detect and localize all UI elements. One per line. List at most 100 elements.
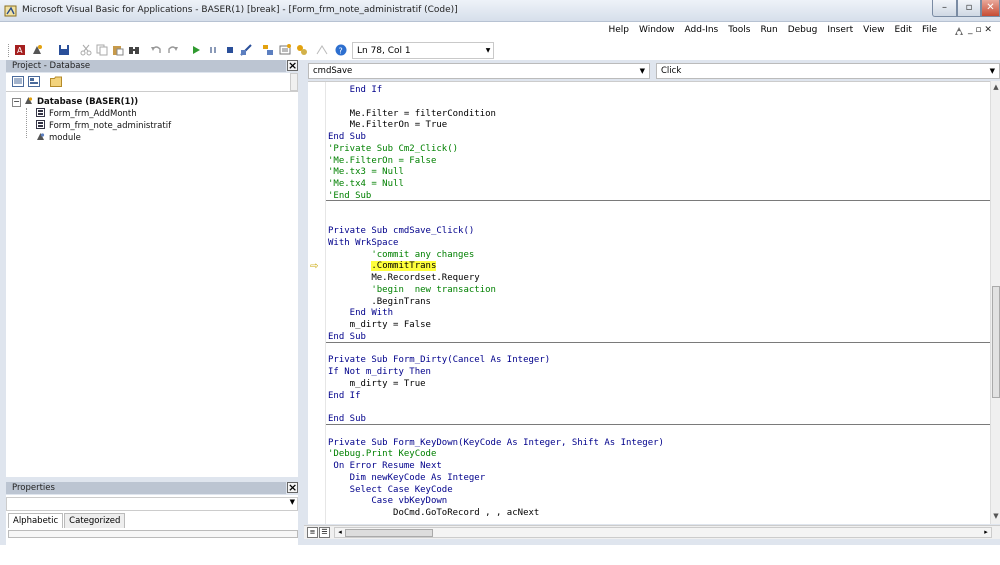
tree-item-project[interactable]: Database (BASER(1)): [24, 96, 138, 107]
menu-file[interactable]: File: [917, 25, 942, 35]
menu-window[interactable]: Window: [634, 25, 680, 35]
procedure-separator: [326, 424, 990, 425]
svg-text:A: A: [17, 46, 23, 55]
tab-alphabetic[interactable]: Alphabetic: [8, 513, 64, 528]
standard-toolbar: A ? Ln 78, Col 1 ▼: [0, 41, 1000, 60]
undo-icon[interactable]: [150, 44, 162, 56]
toolbar-grip[interactable]: [8, 44, 10, 57]
project-explorer-icon[interactable]: [262, 44, 274, 56]
object-browser-icon[interactable]: [296, 44, 308, 56]
code-vertical-scrollbar[interactable]: ▲ ▼: [990, 81, 1000, 524]
code-line: .CommitTrans: [328, 260, 437, 272]
menu-tools[interactable]: Tools: [723, 25, 755, 35]
scroll-left-icon[interactable]: ◂: [335, 528, 345, 537]
cursor-position-text: Ln 78, Col 1: [357, 46, 411, 56]
code-horizontal-scrollbar[interactable]: ◂ ▸: [334, 527, 992, 538]
tree-item-form-addmonth[interactable]: Form_frm_AddMonth: [36, 108, 137, 119]
tree-item-form-note-administratif[interactable]: Form_frm_note_administratif: [36, 120, 171, 131]
window-title: Microsoft Visual Basic for Applications …: [22, 5, 458, 15]
reset-icon[interactable]: [224, 44, 236, 56]
project-pane-toolbar: [6, 73, 298, 91]
code-line: End With: [328, 308, 394, 319]
project-tree: − Database (BASER(1)) Form_frm_AddMonth …: [6, 91, 298, 477]
form-module-icon: [36, 108, 45, 117]
code-line: 'Me.tx4 = Null: [328, 179, 404, 189]
properties-pane-title: Properties: [6, 482, 286, 494]
code-line: Select Case KeyCode: [328, 484, 453, 495]
help-icon[interactable]: ?: [335, 44, 347, 56]
code-line: Private Sub cmdSave_Click(): [328, 226, 475, 236]
scroll-thumb[interactable]: [345, 529, 433, 537]
menu-run[interactable]: Run: [755, 25, 782, 35]
minimize-button[interactable]: –: [932, 0, 957, 17]
scroll-down-icon[interactable]: ▼: [991, 512, 1000, 522]
properties-pane-close-button[interactable]: ×: [287, 482, 298, 493]
code-line: 'commit any changes: [328, 249, 475, 260]
menu-help[interactable]: Help: [604, 25, 635, 35]
code-line: m_dirty = False: [328, 320, 431, 330]
procedure-combo-value: Click: [661, 66, 682, 76]
menu-edit[interactable]: Edit: [890, 25, 917, 35]
toolbox-icon[interactable]: [316, 44, 328, 56]
break-icon[interactable]: [207, 44, 219, 56]
access-icon[interactable]: A: [14, 44, 26, 56]
code-line: 'begin new transaction: [328, 284, 496, 295]
run-icon[interactable]: [190, 44, 202, 56]
project-pane-close-button[interactable]: ×: [287, 60, 298, 71]
scroll-up-icon[interactable]: ▲: [991, 83, 1000, 93]
close-button[interactable]: ✕: [981, 0, 1000, 17]
procedure-view-button[interactable]: ≡: [307, 527, 318, 538]
save-icon[interactable]: [58, 44, 70, 56]
redo-icon[interactable]: [167, 44, 179, 56]
chevron-down-icon: ▼: [989, 67, 995, 75]
tree-expander[interactable]: −: [12, 98, 21, 107]
properties-icon[interactable]: [279, 44, 291, 56]
code-line: Private Sub Form_Dirty(Cancel As Integer…: [328, 355, 551, 366]
code-editor[interactable]: ⇨ End If Me.Filter = filterCondition Me.…: [308, 81, 990, 524]
menu-debug[interactable]: Debug: [783, 25, 823, 35]
object-combo-value: cmdSave: [313, 66, 353, 76]
tree-item-label: Database (BASER(1)): [37, 97, 139, 107]
project-pane-scroll-stub[interactable]: [290, 73, 298, 91]
properties-pane: ▼ Alphabetic Categorized: [6, 495, 298, 545]
mdi-window-controls[interactable]: _ ▫ ✕: [968, 25, 992, 35]
toggle-folders-icon[interactable]: [50, 76, 62, 87]
current-statement-highlight: .CommitTrans: [371, 261, 437, 272]
tree-item-label: Form_frm_AddMonth: [49, 109, 137, 119]
copy-icon[interactable]: [96, 44, 108, 56]
title-bar: Microsoft Visual Basic for Applications …: [0, 0, 1000, 22]
code-line: With WrkSpace: [328, 237, 399, 248]
code-line: .BeginTrans: [328, 296, 431, 307]
maximize-button[interactable]: ▫: [957, 0, 981, 17]
view-code-icon[interactable]: [12, 76, 24, 87]
menu-view[interactable]: View: [858, 25, 889, 35]
menu-bar: Help Window Add-Ins Tools Run Debug Inse…: [0, 22, 1000, 41]
code-line: On Error Resume Next: [328, 461, 442, 471]
chevron-down-icon: ▼: [639, 67, 645, 75]
scroll-thumb[interactable]: [992, 286, 1000, 398]
code-line: Case vbKeyDown: [328, 496, 448, 507]
properties-grid[interactable]: [8, 530, 298, 538]
properties-object-combo[interactable]: ▼: [6, 497, 298, 511]
code-line: If Not m_dirty Then: [328, 367, 431, 377]
code-line: Me.Filter = filterCondition: [328, 108, 496, 119]
toolbar-options-dropdown[interactable]: ▼: [483, 43, 493, 58]
margin-indicator-bar[interactable]: [308, 82, 326, 524]
tree-item-label: Form_frm_note_administratif: [49, 121, 172, 131]
full-module-view-button[interactable]: ☰: [319, 527, 330, 538]
tab-categorized[interactable]: Categorized: [64, 513, 126, 528]
paste-icon[interactable]: [112, 44, 124, 56]
view-object-icon[interactable]: [28, 76, 40, 87]
insert-module-icon[interactable]: [31, 44, 43, 56]
code-line: End If: [328, 390, 361, 401]
tree-item-module[interactable]: module: [36, 132, 81, 143]
object-combo[interactable]: cmdSave ▼: [308, 63, 650, 79]
cut-icon[interactable]: [80, 44, 92, 56]
scroll-right-icon[interactable]: ▸: [981, 528, 991, 537]
procedure-combo[interactable]: Click ▼: [656, 63, 1000, 79]
find-icon[interactable]: [128, 44, 140, 56]
design-mode-icon[interactable]: [240, 44, 252, 56]
menu-insert[interactable]: Insert: [822, 25, 858, 35]
status-area: [0, 545, 1000, 565]
menu-add-ins[interactable]: Add-Ins: [680, 25, 724, 35]
